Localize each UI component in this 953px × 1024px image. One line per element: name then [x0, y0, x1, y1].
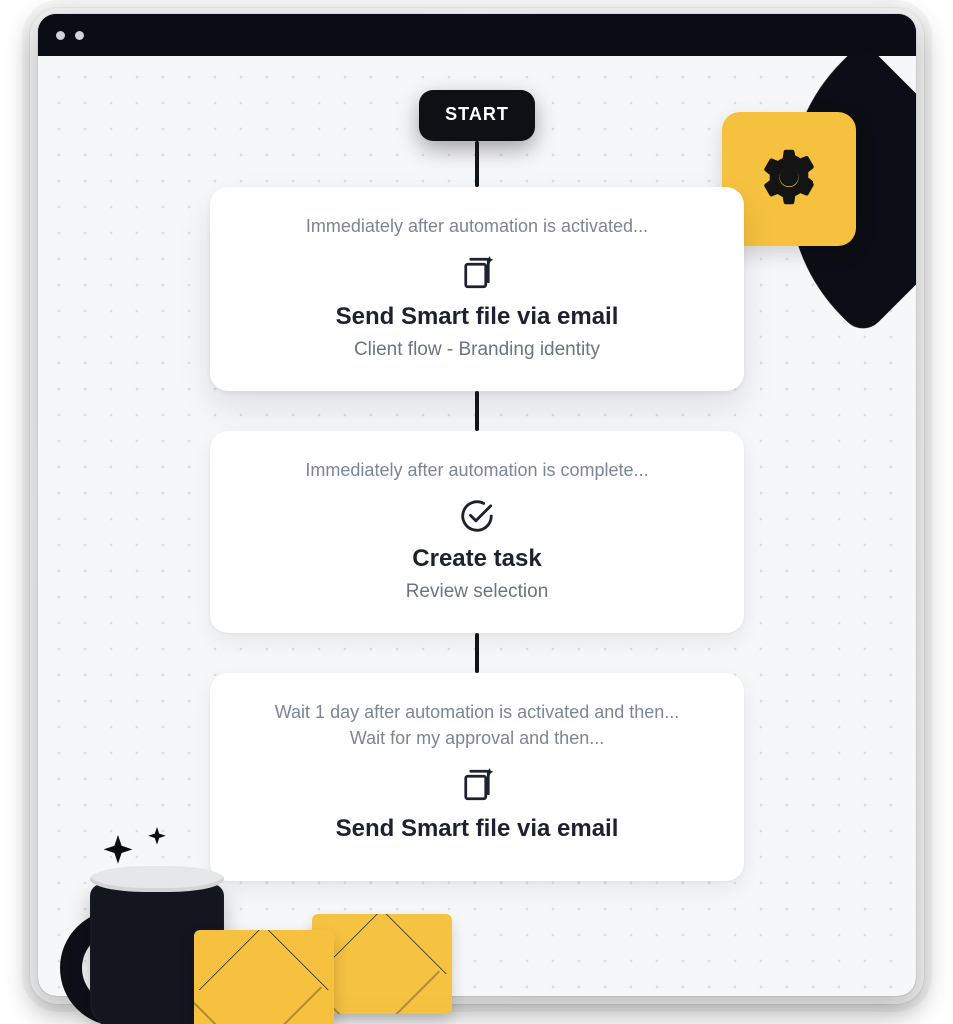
flow-connector [475, 141, 479, 187]
flow-connector [475, 633, 479, 673]
step-subtitle: Client flow - Branding identity [234, 339, 720, 361]
check-circle-icon [234, 497, 720, 535]
start-label: START [445, 104, 509, 124]
step-title: Send Smart file via email [234, 303, 720, 331]
flow-step[interactable]: Immediately after automation is complete… [210, 431, 744, 633]
window-dot [56, 31, 65, 40]
start-node[interactable]: START [419, 90, 535, 141]
flow-step[interactable]: Wait 1 day after automation is activated… [210, 673, 744, 881]
step-trigger: Wait 1 day after automation is activated… [234, 699, 720, 751]
step-title: Create task [234, 545, 720, 573]
app-window: START Immediately after automation is ac… [38, 14, 916, 996]
step-trigger: Immediately after automation is activate… [234, 213, 720, 239]
flow-step[interactable]: Immediately after automation is activate… [210, 187, 744, 391]
automation-canvas[interactable]: START Immediately after automation is ac… [38, 56, 916, 996]
step-title: Send Smart file via email [234, 815, 720, 843]
step-subtitle: Review selection [234, 581, 720, 603]
automation-flow: START Immediately after automation is ac… [38, 90, 916, 881]
smart-file-icon [234, 253, 720, 293]
window-dot [75, 31, 84, 40]
flow-connector [475, 391, 479, 431]
window-titlebar [38, 14, 916, 56]
step-trigger: Immediately after automation is complete… [234, 457, 720, 483]
smart-file-icon [234, 765, 720, 805]
